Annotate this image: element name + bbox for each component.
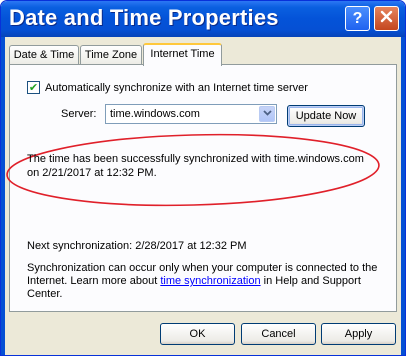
cancel-button[interactable]: Cancel <box>241 323 316 345</box>
sync-status-message: The time has been successfully synchroni… <box>27 153 364 179</box>
close-icon <box>380 10 393 28</box>
server-dropdown-button[interactable] <box>259 106 275 122</box>
server-value[interactable]: time.windows.com <box>110 108 200 120</box>
window-title: Date and Time Properties <box>9 5 279 30</box>
next-sync-text: Next synchronization: 2/28/2017 at 12:32… <box>27 240 247 252</box>
window-frame-right <box>401 37 405 355</box>
server-combobox[interactable]: time.windows.com <box>105 104 277 124</box>
close-button[interactable] <box>374 6 399 31</box>
auto-sync-checkbox[interactable]: ✔ <box>27 81 40 94</box>
auto-sync-label[interactable]: Automatically synchronize with an Intern… <box>45 82 308 94</box>
chevron-down-icon <box>262 109 272 119</box>
help-icon: ? <box>352 9 363 27</box>
ok-button[interactable]: OK <box>160 323 235 345</box>
tab-date-time[interactable]: Date & Time <box>9 45 79 65</box>
sync-info-text: Synchronization can occur only when your… <box>27 262 382 301</box>
apply-button[interactable]: Apply <box>321 323 396 345</box>
update-now-button[interactable]: Update Now <box>287 105 365 127</box>
help-button[interactable]: ? <box>345 6 370 31</box>
auto-sync-row: ✔ Automatically synchronize with an Inte… <box>27 81 308 94</box>
checkmark-icon: ✔ <box>28 81 39 94</box>
tab-time-zone[interactable]: Time Zone <box>80 45 142 65</box>
time-sync-help-link[interactable]: time synchronization <box>160 275 260 287</box>
title-bar[interactable]: Date and Time Properties ? <box>1 1 405 37</box>
server-label: Server: <box>61 108 97 120</box>
tab-internet-time[interactable]: Internet Time <box>143 43 222 66</box>
date-time-properties-window: Date and Time Properties ? Date & Time T… <box>0 0 406 356</box>
